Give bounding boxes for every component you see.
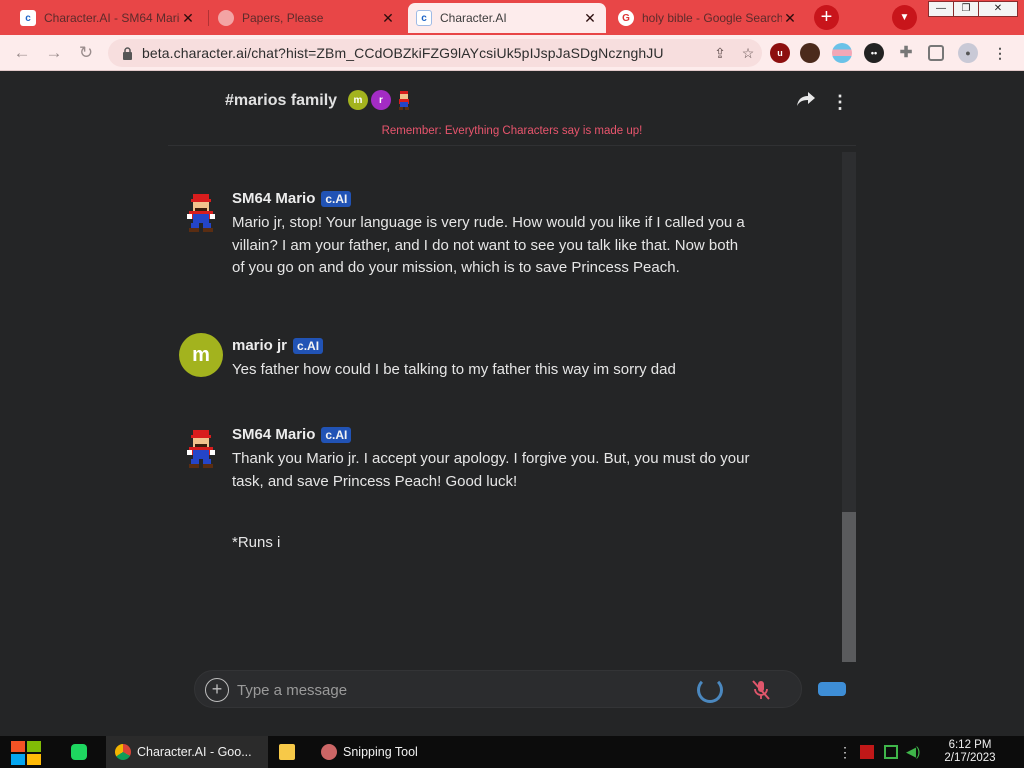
share-icon[interactable] <box>794 90 818 114</box>
message-composer: + <box>194 670 802 708</box>
message-text: Thank you Mario jr. I accept your apolog… <box>232 450 750 490</box>
character-ai-page: #marios family m r ⋮ Remember: Everythin… <box>0 72 1024 736</box>
new-tab-button[interactable]: + <box>814 5 839 30</box>
author-name: mario jr <box>232 337 288 354</box>
clock-time: 6:12 PM <box>948 739 992 751</box>
disclaimer-text: Remember: Everything Characters say is m… <box>381 125 643 137</box>
member-avatar[interactable]: r <box>371 90 391 110</box>
tab-title: Papers, Please <box>242 11 324 25</box>
character-ai-icon: c <box>20 10 36 26</box>
scrollbar-thumb[interactable] <box>842 512 856 662</box>
message-text: Mario jr, stop! Your language is very ru… <box>232 214 745 276</box>
tab-character-ai[interactable]: c Character.AI ✕ <box>408 3 606 33</box>
tray-flag-icon[interactable] <box>860 745 874 759</box>
chat-header: #marios family m r ⋮ Remember: Everythin… <box>168 72 856 146</box>
message-input[interactable] <box>237 679 677 701</box>
close-tab-icon[interactable]: ✕ <box>582 10 598 26</box>
close-tab-icon[interactable]: ✕ <box>380 10 396 26</box>
add-attachment-icon[interactable]: + <box>205 678 229 702</box>
character-ai-icon: c <box>416 10 432 26</box>
room-title: #marios family <box>225 92 338 109</box>
taskbar-clock[interactable]: 6:12 PM 2/17/2023 <box>934 739 1006 765</box>
google-icon: G <box>618 10 634 26</box>
minimize-button[interactable]: — <box>928 1 954 17</box>
share-page-icon[interactable]: ⇪ <box>706 45 734 62</box>
chrome-icon <box>115 744 131 760</box>
forward-arrow-icon[interactable]: → <box>42 41 66 65</box>
user-avatar[interactable]: m <box>179 333 223 377</box>
extension-flag-icon[interactable] <box>832 43 852 63</box>
loading-spinner-icon <box>697 677 723 703</box>
message-text: *Runs i <box>232 534 281 551</box>
tab-google-search[interactable]: G holy bible - Google Search ✕ <box>610 3 806 33</box>
tab-title: holy bible - Google Search <box>642 11 782 25</box>
windows-start-icon[interactable] <box>10 740 42 766</box>
close-tab-icon[interactable]: ✕ <box>782 10 798 26</box>
message-text: Yes father how could I be talking to my … <box>232 361 676 378</box>
profile-avatar-icon[interactable]: ● <box>958 43 978 63</box>
tab-search-button[interactable]: ▼ <box>892 5 917 30</box>
mario-sprite-icon[interactable] <box>179 190 223 234</box>
cai-badge: c.AI <box>293 337 324 354</box>
taskbar-app-spotify[interactable] <box>62 736 102 768</box>
clock-date: 2/17/2023 <box>944 752 996 764</box>
tray-overflow-icon[interactable]: ⋮ <box>838 745 852 759</box>
back-arrow-icon[interactable]: ← <box>10 41 34 65</box>
author-name: SM64 Mario <box>232 426 316 443</box>
taskbar-app-explorer[interactable] <box>270 736 310 768</box>
network-icon[interactable] <box>884 745 898 759</box>
web-icon <box>218 10 234 26</box>
address-bar[interactable]: beta.character.ai/chat?hist=ZBm_CCdOBZki… <box>108 39 762 67</box>
volume-icon[interactable]: ◀) <box>906 745 920 759</box>
message-author: mario jr c.AI <box>232 337 324 354</box>
side-panel-icon[interactable] <box>928 45 944 61</box>
message-author: SM64 Mario c.AI <box>232 426 352 443</box>
tab-separator <box>208 10 209 26</box>
close-tab-icon[interactable]: ✕ <box>180 10 196 26</box>
extensions-puzzle-icon[interactable]: ✚ <box>896 43 916 63</box>
taskbar-app-chrome[interactable]: Character.AI - Goo... <box>106 736 268 768</box>
taskbar-app-label: Character.AI - Goo... <box>137 745 252 759</box>
lock-icon <box>120 46 134 60</box>
message-author: SM64 Mario c.AI <box>232 190 352 207</box>
tab-character-ai-sm64[interactable]: c Character.AI - SM64 Mario ✕ <box>12 3 204 33</box>
url-text: beta.character.ai/chat?hist=ZBm_CCdOBZki… <box>142 45 664 61</box>
extension-avatar-icon[interactable] <box>800 43 820 63</box>
browser-toolbar: ← → ↻ beta.character.ai/chat?hist=ZBm_CC… <box>0 35 1024 71</box>
mario-sprite-icon[interactable] <box>179 426 223 470</box>
more-options-icon[interactable]: ⋮ <box>828 90 852 114</box>
tab-title: Character.AI - SM64 Mario <box>44 11 180 25</box>
taskbar-app-label: Snipping Tool <box>343 745 418 759</box>
member-avatar[interactable]: m <box>348 90 368 110</box>
mario-sprite-icon[interactable] <box>394 90 414 110</box>
cai-badge: c.AI <box>321 190 352 207</box>
reload-icon[interactable]: ↻ <box>74 41 98 65</box>
browser-tab-strip: c Character.AI - SM64 Mario ✕ Papers, Pl… <box>0 0 1024 35</box>
folder-icon <box>279 744 295 760</box>
room-avatars: m r <box>348 90 414 110</box>
scrollbar-track[interactable] <box>842 152 856 662</box>
restore-button[interactable]: ❐ <box>953 1 979 17</box>
taskbar-app-snipping-tool[interactable]: Snipping Tool <box>312 736 472 768</box>
send-button[interactable] <box>818 682 846 696</box>
tab-title: Character.AI <box>440 11 507 25</box>
chrome-menu-icon[interactable]: ⋮ <box>990 43 1010 63</box>
microphone-muted-icon[interactable] <box>749 678 773 702</box>
extension-eyes-icon[interactable]: •• <box>864 43 884 63</box>
author-name: SM64 Mario <box>232 190 316 207</box>
cai-badge: c.AI <box>321 426 352 443</box>
ublock-origin-icon[interactable]: u <box>770 43 790 63</box>
snipping-tool-icon <box>321 744 337 760</box>
spotify-icon <box>71 744 87 760</box>
bookmark-star-icon[interactable]: ☆ <box>734 45 762 62</box>
tab-papers-please[interactable]: Papers, Please ✕ <box>210 3 404 33</box>
windows-taskbar: Character.AI - Goo... Snipping Tool ⋮ ◀)… <box>0 736 1024 768</box>
message-list[interactable]: SM64 Mario c.AI Mario jr, stop! Your lan… <box>168 152 842 662</box>
close-window-button[interactable]: ✕ <box>978 1 1018 17</box>
